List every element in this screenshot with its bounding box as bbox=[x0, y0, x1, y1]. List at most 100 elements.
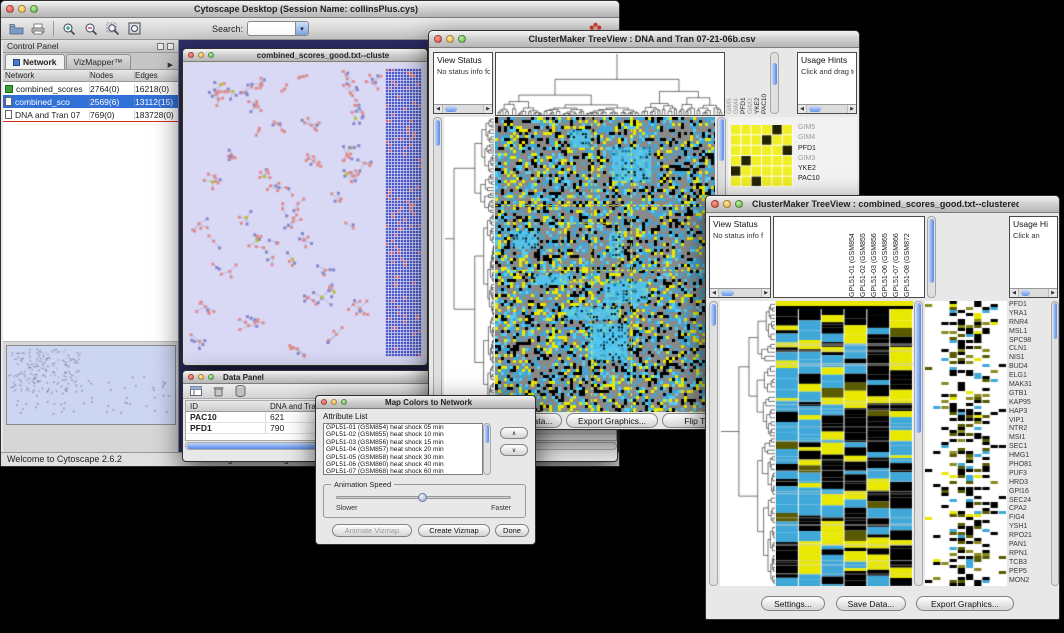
scrollbar-thumb[interactable] bbox=[772, 63, 777, 85]
export-graphics-button[interactable]: Export Graphics... bbox=[566, 413, 658, 428]
scrollbar-thumb[interactable] bbox=[445, 106, 457, 112]
scroll-left-icon[interactable]: ◀ bbox=[434, 105, 443, 113]
scroll-right-icon[interactable]: ▶ bbox=[847, 105, 856, 113]
print-button[interactable] bbox=[28, 20, 48, 38]
column-dendrogram-canvas[interactable] bbox=[495, 52, 725, 116]
scrollbar-thumb[interactable] bbox=[929, 219, 934, 283]
attribute-option[interactable]: GPL51-01 (GSM854) heat shock 05 min bbox=[324, 424, 482, 431]
scrollbar-thumb[interactable] bbox=[1021, 290, 1030, 296]
zoom-button[interactable] bbox=[208, 52, 214, 58]
hints-scrollbar[interactable]: ◀ ▶ bbox=[1010, 288, 1057, 297]
gene-label[interactable]: PEP5 bbox=[1009, 568, 1051, 577]
scroll-track[interactable] bbox=[443, 105, 483, 113]
hints-scrollbar[interactable]: ◀ ▶ bbox=[798, 104, 856, 113]
close-button[interactable] bbox=[321, 399, 327, 405]
search-input[interactable]: ▾ bbox=[247, 21, 309, 36]
scroll-left-icon[interactable]: ◀ bbox=[1010, 289, 1019, 297]
gene-label[interactable]: FIG4 bbox=[1009, 514, 1051, 523]
network-graph-canvas[interactable] bbox=[185, 63, 426, 364]
scrollbar-thumb[interactable] bbox=[721, 290, 734, 296]
scroll-track[interactable] bbox=[807, 105, 847, 113]
gene-label[interactable]: HAP3 bbox=[1009, 408, 1051, 417]
gene-label[interactable]: PHO81 bbox=[1009, 461, 1051, 470]
close-button[interactable] bbox=[188, 374, 194, 380]
move-down-button[interactable]: ∨ bbox=[500, 444, 528, 456]
titlebar-network-view[interactable]: combined_scores_good.txt--cluste bbox=[183, 49, 427, 62]
scrollbar-thumb[interactable] bbox=[916, 303, 921, 433]
titlebar-treeview-dna[interactable]: ClusterMaker TreeView : DNA and Tran 07-… bbox=[429, 31, 859, 48]
gene-label[interactable]: RPO21 bbox=[1009, 532, 1051, 541]
correlation-matrix-canvas[interactable] bbox=[731, 125, 793, 187]
gene-label[interactable]: PFD1 bbox=[1009, 301, 1051, 310]
gene-label[interactable]: CLN1 bbox=[1009, 345, 1051, 354]
network-row[interactable]: DNA and Tran 07 769(0) 183728(0) bbox=[3, 108, 178, 121]
speed-slider[interactable] bbox=[336, 496, 511, 499]
zoom-selected-icon[interactable] bbox=[103, 20, 123, 38]
gene-label[interactable]: MON2 bbox=[1009, 577, 1051, 586]
gene-label[interactable]: SPC98 bbox=[1009, 337, 1051, 346]
col-network[interactable]: Network bbox=[3, 71, 89, 80]
gene-label[interactable]: PAN1 bbox=[1009, 541, 1051, 550]
zoom-button[interactable] bbox=[735, 200, 743, 208]
minimize-button[interactable] bbox=[198, 52, 204, 58]
animate-vizmap-button[interactable]: Animate Vizmap bbox=[332, 524, 412, 537]
zoom-button[interactable] bbox=[208, 374, 214, 380]
tab-overflow-icon[interactable]: ▶ bbox=[165, 61, 176, 69]
top-scrollbar[interactable] bbox=[927, 216, 936, 298]
scrollbar-thumb[interactable] bbox=[485, 425, 489, 443]
minimize-button[interactable] bbox=[723, 200, 731, 208]
minimize-button[interactable] bbox=[198, 374, 204, 380]
titlebar-cytoscape[interactable]: Cytoscape Desktop (Session Name: collins… bbox=[1, 1, 619, 18]
attribute-option[interactable]: GPL51-07 (GSM868) heat shock 60 min bbox=[324, 468, 482, 475]
gene-label[interactable]: MSL1 bbox=[1009, 328, 1051, 337]
float-panel-icon[interactable] bbox=[157, 43, 164, 50]
zoom-out-icon[interactable] bbox=[81, 20, 101, 38]
zoom-in-icon[interactable] bbox=[59, 20, 79, 38]
gene-label[interactable]: RNR4 bbox=[1009, 319, 1051, 328]
gene-label[interactable]: SEC24 bbox=[1009, 497, 1051, 506]
zoom-button[interactable] bbox=[458, 35, 466, 43]
minimize-button[interactable] bbox=[331, 399, 337, 405]
network-overview[interactable] bbox=[6, 345, 176, 425]
heatmap-canvas[interactable] bbox=[776, 301, 913, 586]
scroll-right-icon[interactable]: ▶ bbox=[761, 289, 770, 297]
attribute-option[interactable]: GPL51-04 (GSM857) heat shock 20 min bbox=[324, 446, 482, 453]
scrollbar-thumb[interactable] bbox=[1053, 303, 1057, 339]
gene-label[interactable]: YRA1 bbox=[1009, 310, 1051, 319]
scroll-track[interactable] bbox=[719, 289, 761, 297]
titlebar-map-colors[interactable]: Map Colors to Network bbox=[316, 396, 535, 409]
open-session-button[interactable] bbox=[6, 20, 26, 38]
zoom-button[interactable] bbox=[341, 399, 347, 405]
close-button[interactable] bbox=[434, 35, 442, 43]
scroll-right-icon[interactable]: ▶ bbox=[483, 105, 492, 113]
gene-list-scrollbar[interactable] bbox=[1051, 301, 1059, 586]
minimize-button[interactable] bbox=[18, 5, 26, 13]
database-icon[interactable] bbox=[232, 385, 248, 398]
gene-label[interactable]: YSH1 bbox=[1009, 523, 1051, 532]
attribute-option[interactable]: GPL51-03 (GSM856) heat shock 15 min bbox=[324, 439, 482, 446]
left-scrollbar[interactable] bbox=[433, 117, 442, 412]
gene-label[interactable]: MAK31 bbox=[1009, 381, 1051, 390]
titlebar-treeview-combined[interactable]: ClusterMaker TreeView : combined_scores_… bbox=[706, 196, 1059, 213]
move-up-button[interactable]: ∧ bbox=[500, 427, 528, 439]
gene-label[interactable]: ELG1 bbox=[1009, 372, 1051, 381]
gene-label[interactable]: BUD4 bbox=[1009, 363, 1051, 372]
row-dendrogram-canvas[interactable] bbox=[720, 301, 775, 586]
close-button[interactable] bbox=[711, 200, 719, 208]
attribute-option[interactable]: GPL51-05 (GSM858) heat shock 30 min bbox=[324, 454, 482, 461]
close-button[interactable] bbox=[188, 52, 194, 58]
slider-thumb[interactable] bbox=[418, 493, 427, 502]
gene-label[interactable]: MSI1 bbox=[1009, 434, 1051, 443]
gene-label[interactable]: VIP1 bbox=[1009, 417, 1051, 426]
settings-button[interactable]: Settings... bbox=[761, 596, 825, 611]
minimize-button[interactable] bbox=[446, 35, 454, 43]
zoom-fit-icon[interactable] bbox=[125, 20, 145, 38]
top-scrollbar[interactable] bbox=[770, 52, 779, 114]
gene-label[interactable]: CPA2 bbox=[1009, 505, 1051, 514]
left-scrollbar[interactable] bbox=[709, 301, 718, 586]
status-scrollbar[interactable]: ◀ ▶ bbox=[434, 104, 492, 113]
gene-label[interactable]: NTR2 bbox=[1009, 425, 1051, 434]
close-panel-icon[interactable] bbox=[167, 43, 174, 50]
gene-label[interactable]: HRD3 bbox=[1009, 479, 1051, 488]
gene-label[interactable]: TCB3 bbox=[1009, 559, 1051, 568]
